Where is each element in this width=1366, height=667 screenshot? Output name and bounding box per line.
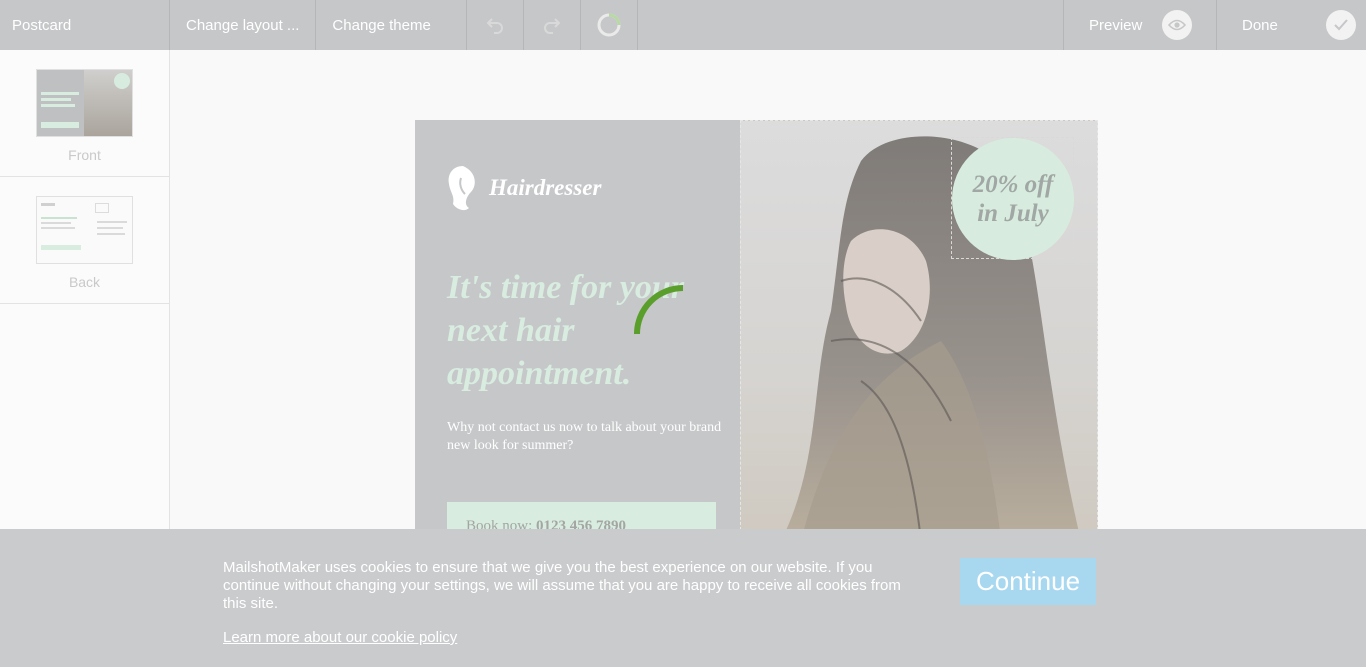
page-label-front: Front	[68, 147, 101, 163]
loading-spinner-icon	[634, 285, 732, 383]
cookie-banner: MailshotMaker uses cookies to ensure tha…	[0, 529, 1366, 667]
offer-line-2: in July	[977, 200, 1049, 227]
postcard-photo[interactable]: 20% off in July	[740, 120, 1098, 540]
saving-indicator	[581, 0, 639, 50]
loading-icon	[597, 13, 621, 37]
back-thumbnail	[36, 196, 133, 264]
redo-icon	[544, 18, 561, 34]
done-label: Done	[1242, 16, 1278, 34]
preview-button[interactable]: Preview	[1063, 0, 1216, 50]
offer-badge[interactable]: 20% off in July	[952, 138, 1074, 260]
redo-button[interactable]	[524, 0, 582, 50]
cookie-policy-link[interactable]: Learn more about our cookie policy	[223, 629, 457, 646]
cookie-message: MailshotMaker uses cookies to ensure tha…	[223, 559, 901, 612]
undo-icon	[487, 18, 504, 34]
page-label-back: Back	[68, 274, 101, 290]
postcard-canvas[interactable]: Hairdresser It's time for your next hair…	[415, 120, 1098, 540]
continue-button[interactable]: Continue	[960, 558, 1096, 605]
logo-text: Hairdresser	[489, 175, 602, 200]
preview-label: Preview	[1089, 16, 1143, 34]
logo: Hairdresser	[447, 164, 601, 212]
subtext[interactable]: Why not contact us now to talk about you…	[447, 419, 727, 455]
hair-silhouette-icon	[448, 166, 475, 211]
top-toolbar: Postcard Change layout ... Change theme …	[0, 0, 1366, 50]
front-thumbnail	[36, 69, 133, 137]
change-theme-button[interactable]: Change theme	[316, 0, 468, 50]
checkmark-icon	[1326, 10, 1356, 40]
undo-button[interactable]	[467, 0, 525, 50]
offer-line-1: 20% off	[972, 171, 1054, 198]
page-thumb-back[interactable]: Back	[0, 177, 169, 304]
eye-icon	[1162, 10, 1192, 40]
done-button[interactable]: Done	[1216, 0, 1366, 50]
document-title: Postcard	[0, 0, 170, 50]
page-thumb-front[interactable]: Front	[0, 50, 169, 177]
change-layout-button[interactable]: Change layout ...	[170, 0, 317, 50]
